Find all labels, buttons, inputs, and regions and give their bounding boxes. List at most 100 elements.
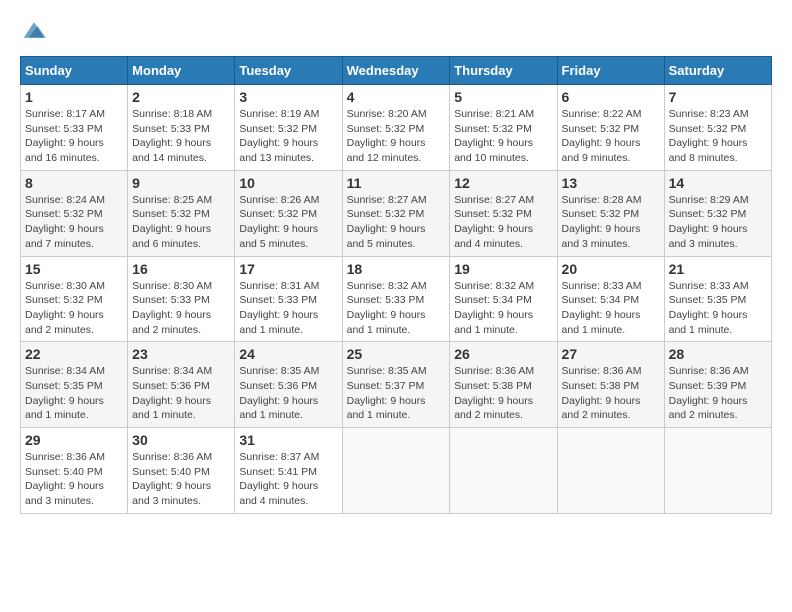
day-info: Sunrise: 8:35 AM Sunset: 5:37 PM Dayligh… <box>347 364 446 423</box>
calendar-week-row: 8 Sunrise: 8:24 AM Sunset: 5:32 PM Daylig… <box>21 170 772 256</box>
calendar-cell: 23Sunrise: 8:34 AM Sunset: 5:36 PM Dayli… <box>128 342 235 428</box>
day-info: Sunrise: 8:35 AM Sunset: 5:36 PM Dayligh… <box>239 364 337 423</box>
day-info: Sunrise: 8:30 AM Sunset: 5:33 PM Dayligh… <box>132 279 230 338</box>
calendar-cell: 29 Sunrise: 8:36 AM Sunset: 5:40 PM Dayli… <box>21 428 128 514</box>
calendar-cell: 21 Sunrise: 8:33 AM Sunset: 5:35 PM Dayli… <box>664 256 771 342</box>
day-number: 16 <box>132 261 230 277</box>
calendar-cell: 31 Sunrise: 8:37 AM Sunset: 5:41 PM Dayli… <box>235 428 342 514</box>
calendar-week-row: 15 Sunrise: 8:30 AM Sunset: 5:32 PM Dayli… <box>21 256 772 342</box>
day-info: Sunrise: 8:25 AM Sunset: 5:32 PM Dayligh… <box>132 193 230 252</box>
day-number: 7 <box>669 89 767 105</box>
day-number: 9 <box>132 175 230 191</box>
day-info: Sunrise: 8:24 AM Sunset: 5:32 PM Dayligh… <box>25 193 123 252</box>
day-number: 28 <box>669 346 767 362</box>
calendar-cell: 22 Sunrise: 8:34 AM Sunset: 5:35 PM Dayli… <box>21 342 128 428</box>
day-info: Sunrise: 8:33 AM Sunset: 5:34 PM Dayligh… <box>562 279 660 338</box>
column-header-saturday: Saturday <box>664 57 771 85</box>
day-number: 13 <box>562 175 660 191</box>
day-info: Sunrise: 8:36 AM Sunset: 5:40 PM Dayligh… <box>25 450 123 509</box>
day-info: Sunrise: 8:37 AM Sunset: 5:41 PM Dayligh… <box>239 450 337 509</box>
day-info: Sunrise: 8:27 AM Sunset: 5:32 PM Dayligh… <box>347 193 446 252</box>
calendar-cell: 11 Sunrise: 8:27 AM Sunset: 5:32 PM Dayli… <box>342 170 450 256</box>
day-number: 8 <box>25 175 123 191</box>
calendar-cell: 28 Sunrise: 8:36 AM Sunset: 5:39 PM Dayli… <box>664 342 771 428</box>
calendar-cell: 19 Sunrise: 8:32 AM Sunset: 5:34 PM Dayli… <box>450 256 557 342</box>
day-info: Sunrise: 8:34 AM Sunset: 5:35 PM Dayligh… <box>25 364 123 423</box>
calendar-cell: 24 Sunrise: 8:35 AM Sunset: 5:36 PM Dayli… <box>235 342 342 428</box>
day-info: Sunrise: 8:22 AM Sunset: 5:32 PM Dayligh… <box>562 107 660 166</box>
day-info: Sunrise: 8:33 AM Sunset: 5:35 PM Dayligh… <box>669 279 767 338</box>
calendar-cell: 9 Sunrise: 8:25 AM Sunset: 5:32 PM Daylig… <box>128 170 235 256</box>
day-info: Sunrise: 8:20 AM Sunset: 5:32 PM Dayligh… <box>347 107 446 166</box>
calendar-cell <box>342 428 450 514</box>
day-number: 2 <box>132 89 230 105</box>
day-info: Sunrise: 8:36 AM Sunset: 5:38 PM Dayligh… <box>454 364 552 423</box>
day-info: Sunrise: 8:26 AM Sunset: 5:32 PM Dayligh… <box>239 193 337 252</box>
calendar-table: SundayMondayTuesdayWednesdayThursdayFrid… <box>20 56 772 514</box>
column-header-tuesday: Tuesday <box>235 57 342 85</box>
day-number: 30 <box>132 432 230 448</box>
calendar-cell: 10 Sunrise: 8:26 AM Sunset: 5:32 PM Dayli… <box>235 170 342 256</box>
day-number: 17 <box>239 261 337 277</box>
day-info: Sunrise: 8:28 AM Sunset: 5:32 PM Dayligh… <box>562 193 660 252</box>
day-info: Sunrise: 8:19 AM Sunset: 5:32 PM Dayligh… <box>239 107 337 166</box>
day-number: 11 <box>347 175 446 191</box>
day-number: 21 <box>669 261 767 277</box>
calendar-cell: 14Sunrise: 8:29 AM Sunset: 5:32 PM Dayli… <box>664 170 771 256</box>
calendar-cell: 1 Sunrise: 8:17 AM Sunset: 5:33 PM Daylig… <box>21 85 128 171</box>
logo <box>20 20 50 40</box>
day-number: 23 <box>132 346 230 362</box>
calendar-cell <box>664 428 771 514</box>
calendar-header-row: SundayMondayTuesdayWednesdayThursdayFrid… <box>21 57 772 85</box>
column-header-friday: Friday <box>557 57 664 85</box>
calendar-cell: 20 Sunrise: 8:33 AM Sunset: 5:34 PM Dayli… <box>557 256 664 342</box>
calendar-cell: 30 Sunrise: 8:36 AM Sunset: 5:40 PM Dayli… <box>128 428 235 514</box>
day-info: Sunrise: 8:32 AM Sunset: 5:34 PM Dayligh… <box>454 279 552 338</box>
day-number: 31 <box>239 432 337 448</box>
day-number: 1 <box>25 89 123 105</box>
page-header <box>20 20 772 40</box>
day-number: 15 <box>25 261 123 277</box>
calendar-body: 1 Sunrise: 8:17 AM Sunset: 5:33 PM Daylig… <box>21 85 772 514</box>
day-info: Sunrise: 8:30 AM Sunset: 5:32 PM Dayligh… <box>25 279 123 338</box>
calendar-cell: 18Sunrise: 8:32 AM Sunset: 5:33 PM Dayli… <box>342 256 450 342</box>
column-header-monday: Monday <box>128 57 235 85</box>
day-info: Sunrise: 8:29 AM Sunset: 5:32 PM Dayligh… <box>669 193 767 252</box>
day-info: Sunrise: 8:17 AM Sunset: 5:33 PM Dayligh… <box>25 107 123 166</box>
day-info: Sunrise: 8:36 AM Sunset: 5:39 PM Dayligh… <box>669 364 767 423</box>
calendar-cell: 16 Sunrise: 8:30 AM Sunset: 5:33 PM Dayli… <box>128 256 235 342</box>
day-info: Sunrise: 8:23 AM Sunset: 5:32 PM Dayligh… <box>669 107 767 166</box>
calendar-cell: 13 Sunrise: 8:28 AM Sunset: 5:32 PM Dayli… <box>557 170 664 256</box>
calendar-cell: 27 Sunrise: 8:36 AM Sunset: 5:38 PM Dayli… <box>557 342 664 428</box>
day-info: Sunrise: 8:36 AM Sunset: 5:40 PM Dayligh… <box>132 450 230 509</box>
calendar-cell: 8 Sunrise: 8:24 AM Sunset: 5:32 PM Daylig… <box>21 170 128 256</box>
day-number: 29 <box>25 432 123 448</box>
day-number: 12 <box>454 175 552 191</box>
calendar-week-row: 1 Sunrise: 8:17 AM Sunset: 5:33 PM Daylig… <box>21 85 772 171</box>
calendar-cell: 17Sunrise: 8:31 AM Sunset: 5:33 PM Dayli… <box>235 256 342 342</box>
calendar-cell: 6 Sunrise: 8:22 AM Sunset: 5:32 PM Daylig… <box>557 85 664 171</box>
day-number: 19 <box>454 261 552 277</box>
day-number: 20 <box>562 261 660 277</box>
calendar-cell <box>450 428 557 514</box>
calendar-week-row: 29 Sunrise: 8:36 AM Sunset: 5:40 PM Dayli… <box>21 428 772 514</box>
calendar-cell: 2 Sunrise: 8:18 AM Sunset: 5:33 PM Daylig… <box>128 85 235 171</box>
calendar-cell: 12 Sunrise: 8:27 AM Sunset: 5:32 PM Dayli… <box>450 170 557 256</box>
day-number: 22 <box>25 346 123 362</box>
day-info: Sunrise: 8:18 AM Sunset: 5:33 PM Dayligh… <box>132 107 230 166</box>
column-header-wednesday: Wednesday <box>342 57 450 85</box>
day-info: Sunrise: 8:21 AM Sunset: 5:32 PM Dayligh… <box>454 107 552 166</box>
logo-icon <box>22 20 46 40</box>
calendar-week-row: 22 Sunrise: 8:34 AM Sunset: 5:35 PM Dayli… <box>21 342 772 428</box>
day-number: 3 <box>239 89 337 105</box>
day-number: 10 <box>239 175 337 191</box>
day-number: 6 <box>562 89 660 105</box>
calendar-cell: 3 Sunrise: 8:19 AM Sunset: 5:32 PM Daylig… <box>235 85 342 171</box>
day-info: Sunrise: 8:36 AM Sunset: 5:38 PM Dayligh… <box>562 364 660 423</box>
column-header-sunday: Sunday <box>21 57 128 85</box>
day-info: Sunrise: 8:27 AM Sunset: 5:32 PM Dayligh… <box>454 193 552 252</box>
column-header-thursday: Thursday <box>450 57 557 85</box>
day-number: 24 <box>239 346 337 362</box>
day-number: 26 <box>454 346 552 362</box>
day-number: 27 <box>562 346 660 362</box>
